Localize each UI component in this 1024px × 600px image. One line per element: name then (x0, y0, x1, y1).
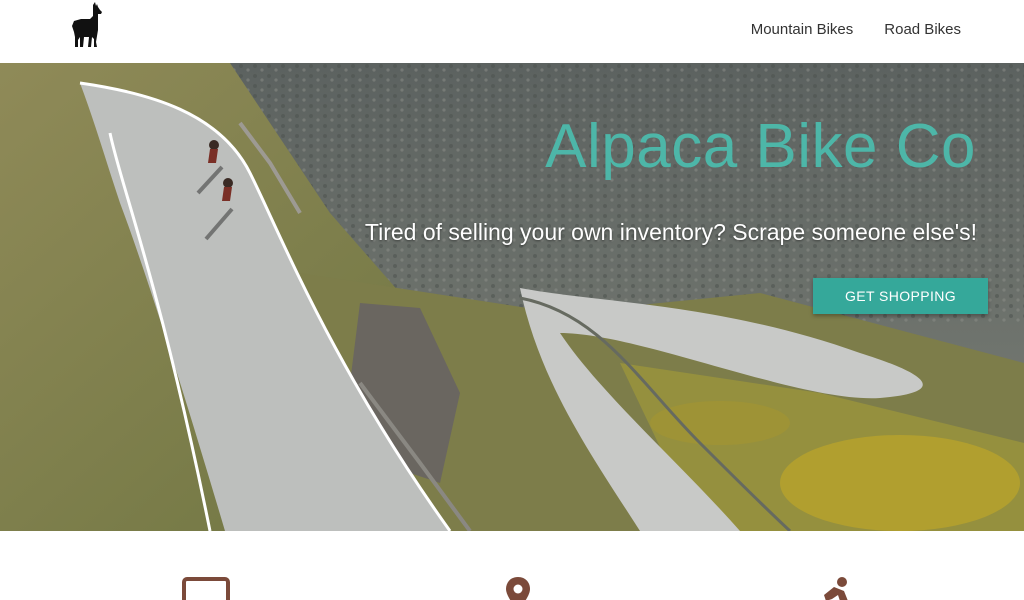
features-section (0, 531, 1024, 600)
nav-link-mountain-bikes[interactable]: Mountain Bikes (751, 21, 854, 38)
person-icon (824, 577, 848, 600)
hero-subtitle: Tired of selling your own inventory? Scr… (364, 219, 977, 245)
laptop-icon (182, 577, 230, 600)
hero-banner: Alpaca Bike Co Tired of selling your own… (0, 63, 1024, 531)
nav-links: Mountain Bikes Road Bikes (751, 21, 961, 38)
nav-link-road-bikes[interactable]: Road Bikes (884, 21, 961, 38)
navbar: Mountain Bikes Road Bikes (0, 0, 1024, 63)
get-shopping-button[interactable]: GET SHOPPING (813, 278, 988, 314)
location-pin-icon (506, 577, 530, 600)
hero-title: Alpaca Bike Co (545, 112, 976, 181)
llama-icon[interactable] (70, 2, 104, 48)
